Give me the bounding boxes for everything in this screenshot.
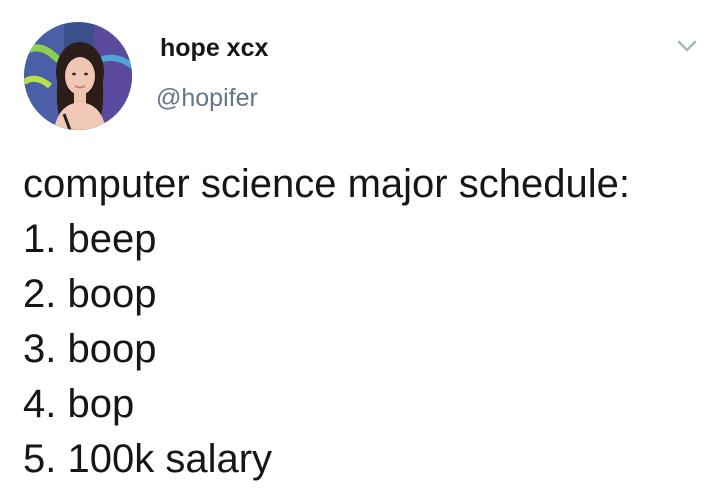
chevron-down-icon (677, 40, 697, 52)
tweet-text-line: 3. boop (23, 327, 157, 371)
tweet-text-line: 4. bop (23, 382, 135, 426)
author-handle[interactable]: @hopifer (156, 84, 258, 113)
author-display-name[interactable]: hope xcx (160, 34, 268, 63)
tweet-text-line: 5. 100k salary (23, 437, 273, 481)
profile-photo-icon (24, 22, 132, 130)
profile-avatar[interactable] (24, 22, 132, 130)
tweet-menu-button[interactable] (672, 34, 702, 58)
tweet-text: computer science major schedule: 1. beep… (23, 157, 713, 487)
tweet-text-line: computer science major schedule: (23, 162, 630, 206)
tweet-text-line: 2. boop (23, 272, 157, 316)
tweet-card: hope xcx @hopifer computer science major… (0, 0, 720, 500)
tweet-text-line: 1. beep (23, 217, 157, 261)
